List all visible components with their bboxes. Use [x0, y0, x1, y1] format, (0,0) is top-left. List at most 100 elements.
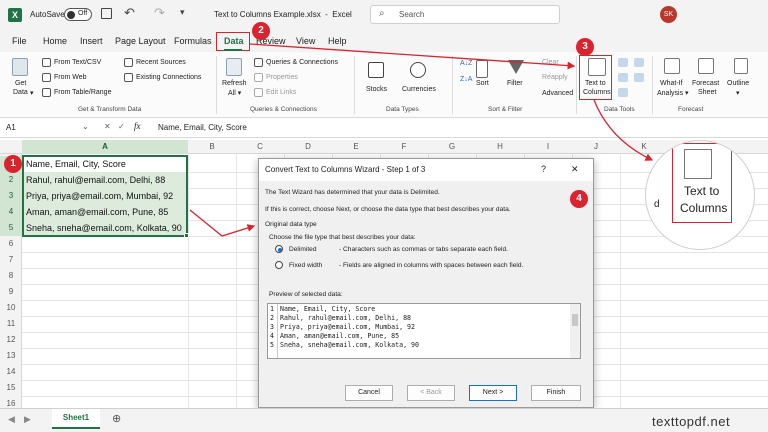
cancel-button[interactable]: Cancel — [345, 385, 393, 401]
edit-links-button[interactable]: Edit Links — [266, 89, 296, 96]
tab-formulas[interactable]: Formulas — [174, 36, 212, 46]
sort-az-icon[interactable]: A↓Z — [460, 60, 472, 67]
row-header[interactable]: 12 — [0, 332, 22, 348]
row-header[interactable]: 5 — [0, 220, 22, 236]
what-if-label-2[interactable]: Analysis ▾ — [657, 89, 689, 97]
tab-insert[interactable]: Insert — [80, 36, 103, 46]
recent-sources-button[interactable]: Recent Sources — [136, 59, 186, 66]
column-header[interactable]: J — [572, 140, 620, 154]
column-header[interactable]: C — [236, 140, 284, 154]
currencies-icon[interactable] — [410, 62, 426, 78]
sort-za-icon[interactable]: Z↓A — [460, 76, 472, 83]
sort-button[interactable]: Sort — [476, 80, 489, 87]
stocks-button[interactable]: Stocks — [366, 86, 387, 93]
column-header[interactable]: H — [476, 140, 524, 154]
add-sheet-icon[interactable]: ⊕ — [112, 412, 121, 425]
name-box[interactable]: A1 — [6, 123, 16, 132]
save-icon[interactable] — [101, 8, 112, 19]
row-header[interactable]: 4 — [0, 204, 22, 220]
outline-icon[interactable] — [734, 58, 748, 74]
row-header[interactable]: 13 — [0, 348, 22, 364]
formula-cancel-icon[interactable]: ✕ — [104, 122, 111, 131]
delimited-label[interactable]: Delimited — [289, 246, 316, 253]
column-header[interactable]: I — [524, 140, 572, 154]
row-header[interactable]: 10 — [0, 300, 22, 316]
get-data-icon[interactable] — [12, 58, 28, 76]
scrollbar-thumb[interactable] — [572, 314, 578, 326]
refresh-all-label-2[interactable]: All ▾ — [228, 89, 241, 97]
filter-button[interactable]: Filter — [507, 80, 523, 87]
data-validation-icon[interactable] — [618, 88, 628, 97]
help-icon[interactable]: ? — [541, 164, 546, 174]
queries-connections-button[interactable]: Queries & Connections — [266, 59, 338, 66]
text-to-columns-button[interactable] — [579, 55, 612, 100]
existing-connections-button[interactable]: Existing Connections — [136, 74, 201, 81]
formula-content[interactable]: Name, Email, City, Score — [158, 123, 247, 132]
finish-button[interactable]: Finish — [531, 385, 581, 401]
column-header[interactable]: A — [22, 140, 188, 154]
from-text-csv-button[interactable]: From Text/CSV — [54, 59, 101, 66]
next-button[interactable]: Next > — [469, 385, 517, 401]
column-header[interactable]: E — [332, 140, 380, 154]
preview-box[interactable]: 1 Name, Email, City, Score 2 Rahul, rahu… — [267, 303, 581, 359]
tab-view[interactable]: View — [296, 36, 315, 46]
back-button[interactable]: < Back — [407, 385, 455, 401]
tab-home[interactable]: Home — [43, 36, 67, 46]
delimited-radio[interactable] — [275, 245, 283, 253]
what-if-label[interactable]: What-If — [660, 80, 683, 87]
remove-duplicates-icon[interactable] — [618, 73, 628, 82]
reapply-button[interactable]: Reapply — [542, 74, 568, 81]
column-header[interactable]: F — [380, 140, 428, 154]
row-header[interactable]: 14 — [0, 364, 22, 380]
outline-dropdown-icon[interactable]: ▾ — [736, 89, 740, 97]
fixed-width-label[interactable]: Fixed width — [289, 262, 322, 269]
tab-help[interactable]: Help — [328, 36, 347, 46]
tab-file[interactable]: File — [12, 36, 27, 46]
column-header[interactable]: D — [284, 140, 332, 154]
from-web-button[interactable]: From Web — [54, 74, 87, 81]
refresh-all-label[interactable]: Refresh — [222, 80, 247, 87]
from-table-range-button[interactable]: From Table/Range — [54, 89, 111, 96]
sort-icon[interactable] — [476, 60, 488, 78]
currencies-button[interactable]: Currencies — [402, 86, 436, 93]
sheet-prev-icon[interactable]: ◀ — [8, 414, 15, 425]
column-header[interactable]: B — [188, 140, 236, 154]
row-header[interactable]: 3 — [0, 188, 22, 204]
consolidate-icon[interactable] — [634, 58, 644, 67]
preview-vertical-scrollbar[interactable] — [570, 304, 580, 358]
get-data-label[interactable]: Get — [15, 80, 26, 87]
undo-icon[interactable]: ↶ — [124, 5, 135, 21]
close-icon[interactable]: ✕ — [571, 164, 579, 175]
stocks-icon[interactable] — [368, 62, 384, 78]
autosave-toggle[interactable]: Off — [64, 8, 92, 21]
what-if-icon[interactable] — [664, 58, 680, 74]
row-header[interactable]: 15 — [0, 380, 22, 396]
row-header[interactable]: 11 — [0, 316, 22, 332]
name-box-dropdown-icon[interactable]: ⌄ — [82, 122, 89, 131]
properties-button[interactable]: Properties — [266, 74, 298, 81]
sheet-next-icon[interactable]: ▶ — [24, 414, 31, 425]
forecast-sheet-icon[interactable] — [698, 58, 714, 74]
flash-fill-icon[interactable] — [618, 58, 628, 67]
refresh-all-icon[interactable] — [226, 58, 242, 76]
forecast-label-2[interactable]: Sheet — [698, 89, 716, 96]
fixed-width-radio[interactable] — [275, 261, 283, 269]
column-header[interactable]: G — [428, 140, 476, 154]
filter-icon[interactable] — [508, 60, 524, 74]
get-data-dropdown-icon[interactable]: ▾ — [30, 89, 34, 97]
user-avatar[interactable]: SK — [660, 6, 677, 23]
customize-qat-icon[interactable]: ▾ — [180, 7, 185, 18]
sheet-tab-sheet1[interactable]: Sheet1 — [52, 409, 100, 429]
tab-page-layout[interactable]: Page Layout — [115, 36, 166, 46]
clear-button[interactable]: Clear — [542, 59, 559, 66]
relationships-icon[interactable] — [634, 73, 644, 82]
row-header[interactable]: 2 — [0, 172, 22, 188]
row-header[interactable]: 9 — [0, 284, 22, 300]
get-data-label-2[interactable]: Data — [13, 89, 28, 96]
column-header[interactable]: K — [620, 140, 668, 154]
redo-icon[interactable]: ↷ — [154, 5, 165, 21]
formula-enter-icon[interactable]: ✓ — [118, 122, 125, 131]
fx-icon[interactable]: fx — [134, 121, 141, 131]
outline-button[interactable]: Outline — [727, 80, 749, 87]
row-header[interactable]: 8 — [0, 268, 22, 284]
